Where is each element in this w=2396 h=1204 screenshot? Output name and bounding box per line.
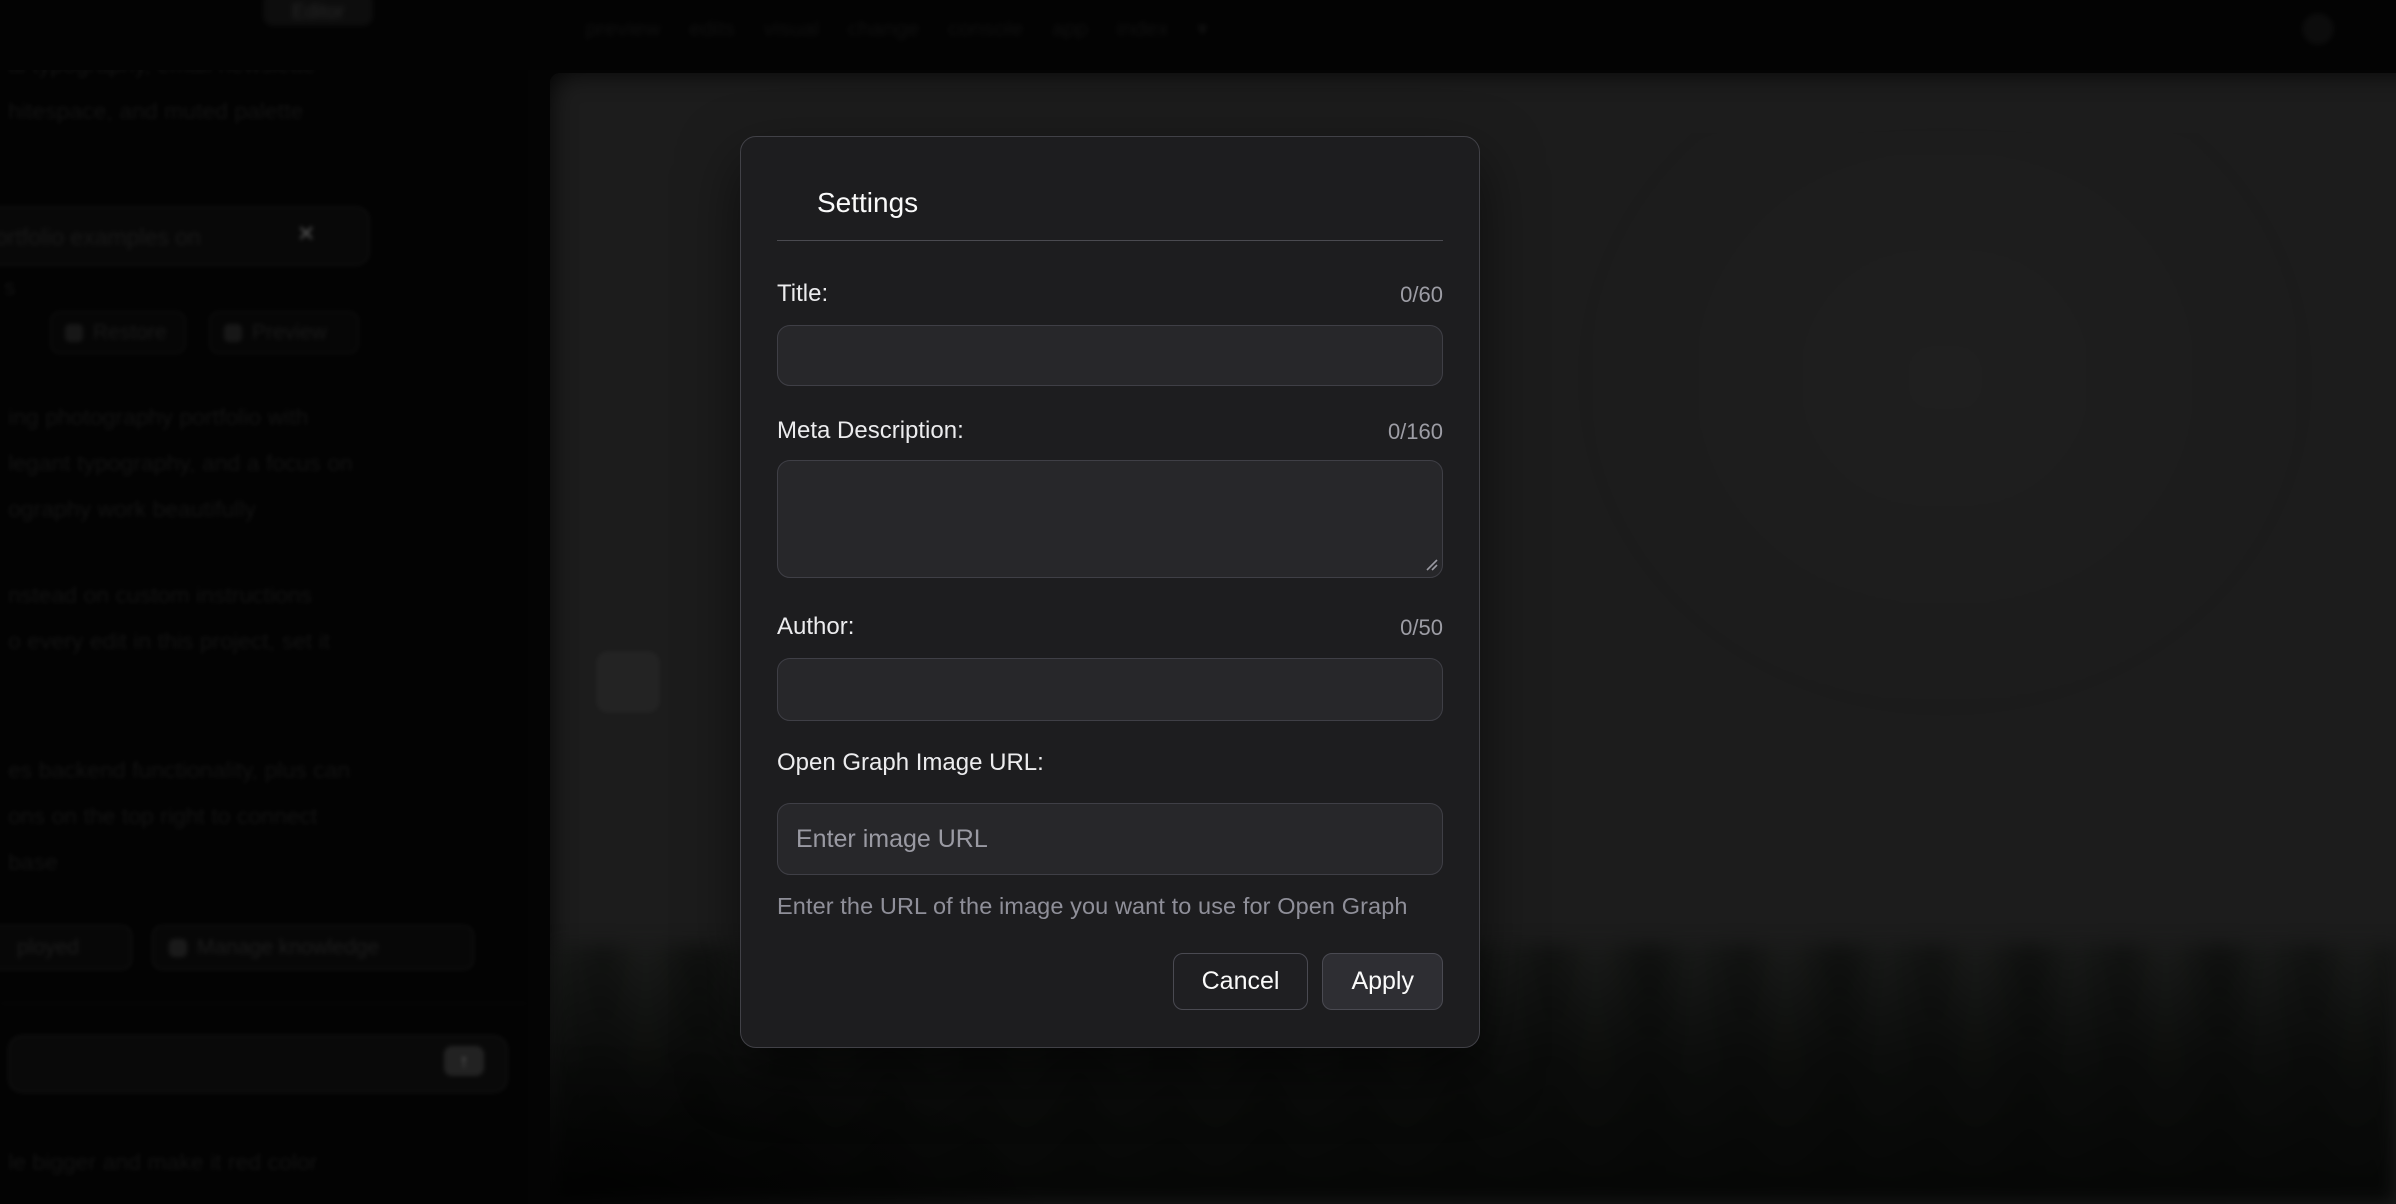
restore-icon xyxy=(65,324,83,342)
chat-message-line: o every edit in this project, set it xyxy=(8,626,330,656)
meta-description-textarea[interactable] xyxy=(777,460,1443,578)
manage-knowledge-label: Manage knowledge xyxy=(197,936,379,960)
meta-description-char-counter: 0/160 xyxy=(1388,418,1443,446)
author-input[interactable] xyxy=(777,658,1443,721)
chat-input[interactable] xyxy=(8,1035,508,1093)
deployed-label: ployed xyxy=(17,936,79,960)
og-image-url-label: Open Graph Image URL: xyxy=(777,748,1044,778)
knowledge-icon xyxy=(169,939,187,957)
topbar-item[interactable]: index xyxy=(1116,16,1169,42)
author-label: Author: xyxy=(777,612,854,642)
settings-dialog: Settings Title: 0/60 Meta Description: 0… xyxy=(740,136,1480,1048)
chat-message-line: s xyxy=(4,272,16,302)
dialog-divider xyxy=(777,240,1443,241)
vignette xyxy=(550,1034,1070,1204)
tab-editor[interactable]: Editor xyxy=(263,0,373,26)
chat-message-line: hitespace, and muted palette xyxy=(8,96,303,126)
title-char-counter: 0/60 xyxy=(1400,281,1443,309)
restore-button[interactable]: Restore xyxy=(50,311,186,354)
attachment-chip[interactable]: ortfolio examples on ✕ xyxy=(0,206,370,266)
dialog-title: Settings xyxy=(817,187,1443,219)
og-image-url-input[interactable] xyxy=(777,803,1443,875)
manage-knowledge-button[interactable]: Manage knowledge xyxy=(152,925,474,970)
cancel-button[interactable]: Cancel xyxy=(1173,953,1309,1010)
preview-icon xyxy=(224,324,242,342)
chevron-down-icon: ▾ xyxy=(1197,16,1208,42)
author-char-counter: 0/50 xyxy=(1400,614,1443,642)
chat-message-line: base xyxy=(8,847,58,877)
chat-message-line: legant typography, and a focus on xyxy=(8,448,353,478)
close-icon[interactable]: ✕ xyxy=(297,221,315,247)
preview-button[interactable]: Preview xyxy=(209,311,359,354)
title-label: Title: xyxy=(777,279,828,309)
attachment-chip-label: ortfolio examples on xyxy=(0,222,201,252)
topbar-menu: preview edits visual change console app … xyxy=(585,16,1208,42)
chat-message-line: nstead on custom instructions xyxy=(8,580,312,610)
chat-message-line: ography work beautifully xyxy=(8,494,256,524)
title-input[interactable] xyxy=(777,325,1443,386)
meta-description-label: Meta Description: xyxy=(777,416,964,446)
preview-ghost-glow xyxy=(1450,133,2350,833)
topbar-item[interactable]: edits xyxy=(689,16,735,42)
og-image-url-helper-text: Enter the URL of the image you want to u… xyxy=(777,893,1443,919)
preview-ghost-tile xyxy=(596,651,660,713)
topbar-item[interactable]: app xyxy=(1052,16,1089,42)
avatar[interactable] xyxy=(2302,13,2334,45)
preview-label: Preview xyxy=(252,321,327,345)
chat-message-line: ons on the top right to connect xyxy=(8,801,317,831)
chat-draft-line: le bigger and make it red color xyxy=(8,1147,317,1177)
chat-message-line: es backend functionality, plus can xyxy=(8,755,350,785)
deployed-button[interactable]: ployed xyxy=(0,925,132,970)
send-button[interactable]: ↑ xyxy=(444,1046,484,1076)
send-icon: ↑ xyxy=(460,1051,469,1072)
sidebar-divider xyxy=(0,1003,528,1004)
restore-label: Restore xyxy=(93,321,167,345)
top-bar: Editor preview edits visual change conso… xyxy=(0,0,2396,70)
topbar-item[interactable]: change xyxy=(848,16,920,42)
topbar-item[interactable]: visual xyxy=(763,16,819,42)
topbar-item[interactable]: preview xyxy=(585,16,661,42)
chat-message-line: ing photography portfolio with xyxy=(8,402,308,432)
chat-sidebar: al typography, email newslette hitespace… xyxy=(0,0,528,1204)
topbar-item[interactable]: console xyxy=(948,16,1024,42)
apply-button[interactable]: Apply xyxy=(1322,953,1443,1010)
